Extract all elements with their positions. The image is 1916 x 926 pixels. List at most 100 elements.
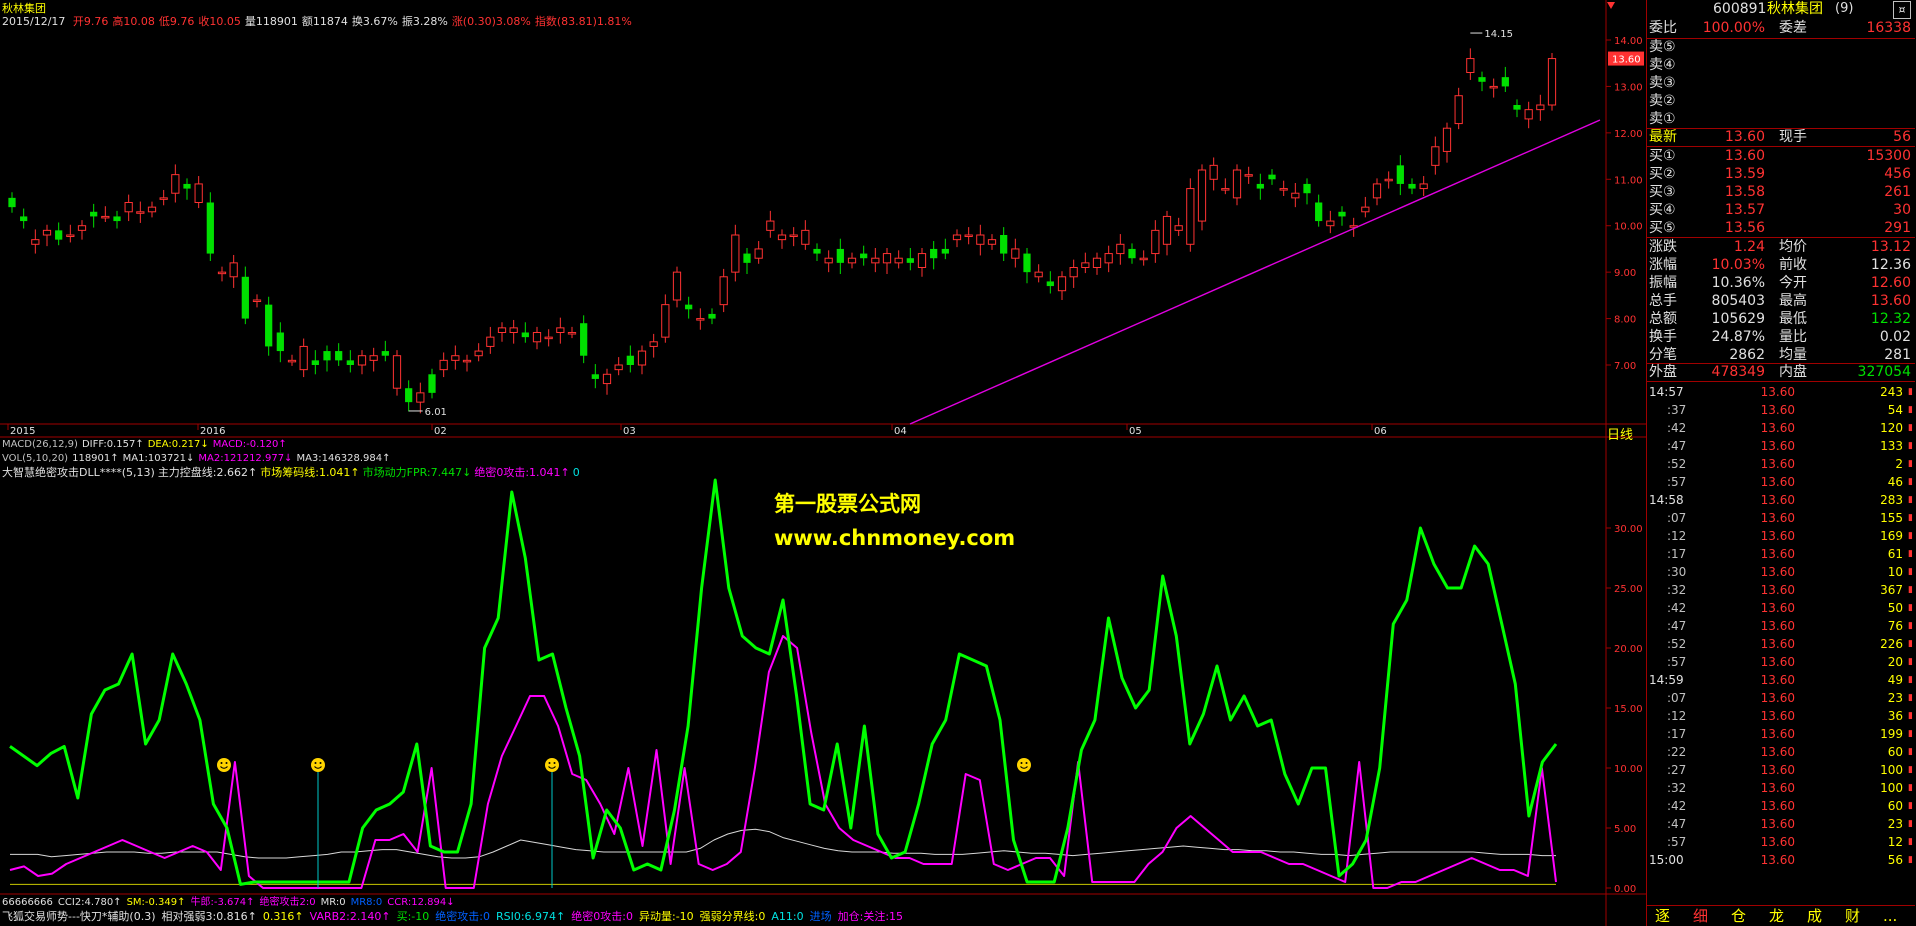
tick-price: 13.60 <box>1760 727 1795 741</box>
tick-row[interactable]: :30 13.60 10 ▮ <box>1647 563 1915 581</box>
tick-row[interactable]: :42 13.60 120 ▮ <box>1647 419 1915 437</box>
tick-price: 13.60 <box>1760 673 1795 687</box>
price-tick-label: 14.00 <box>1614 36 1643 47</box>
chart-area[interactable]: 14.00 13.00 12.00 11.00 10.00 9.00 8.00 7.00 13.… <box>0 0 1646 926</box>
stat-value: 13.60 <box>1870 293 1911 309</box>
candle-up <box>31 239 40 245</box>
tick-volume: 133 <box>1880 439 1903 453</box>
panel-tab[interactable]: 成 <box>1807 907 1822 925</box>
tick-time: :57 <box>1667 475 1687 489</box>
stat-label: 均价 <box>1779 239 1807 255</box>
bottom-line2-item: 强弱分界线:0 <box>699 910 766 923</box>
tick-row[interactable]: :32 13.60 367 ▮ <box>1647 581 1915 599</box>
tick-row[interactable]: :17 13.60 61 ▮ <box>1647 545 1915 563</box>
tick-time: :42 <box>1667 421 1687 435</box>
candle-down <box>1338 211 1346 217</box>
panel-tab[interactable]: ... <box>1883 907 1897 925</box>
price-tick-label: 13.00 <box>1614 82 1643 93</box>
tick-direction-icon: ▮ <box>1908 765 1913 775</box>
tick-volume: 23 <box>1887 691 1903 705</box>
panel-tab[interactable]: 仓 <box>1731 907 1746 925</box>
tick-row[interactable]: 14:57 13.60 243 ▮ <box>1647 383 1915 401</box>
tick-time: :57 <box>1667 835 1687 849</box>
tick-row[interactable]: 14:59 13.60 49 ▮ <box>1647 671 1915 689</box>
stat-value: 2862 <box>1729 347 1765 363</box>
candle-down <box>685 304 693 310</box>
tick-row[interactable]: :32 13.60 100 ▮ <box>1647 779 1915 797</box>
macd-line-item: MACD(26,12,9) <box>2 439 78 450</box>
candle-up <box>287 359 297 363</box>
candle-down <box>1501 77 1509 87</box>
tick-row[interactable]: :12 13.60 36 ▮ <box>1647 707 1915 725</box>
tick-row[interactable]: :57 13.60 46 ▮ <box>1647 473 1915 491</box>
period-label[interactable]: 日线 <box>1607 424 1633 443</box>
buy-level-row: 买③ 13.58 261 <box>1647 183 1915 201</box>
tick-time: :22 <box>1667 745 1687 759</box>
tick-row[interactable]: :07 13.60 155 ▮ <box>1647 509 1915 527</box>
tick-row[interactable]: :37 13.60 54 ▮ <box>1647 401 1915 419</box>
candle-up <box>824 257 833 264</box>
panel-tab[interactable]: 财 <box>1845 907 1860 925</box>
tick-row[interactable]: :27 13.60 100 ▮ <box>1647 761 1915 779</box>
price-tick-label: 12.00 <box>1614 129 1643 140</box>
vol-line-item: VOL(5,10,20) <box>2 453 69 464</box>
tick-row[interactable]: :17 13.60 199 ▮ <box>1647 725 1915 743</box>
ind-tick-label: 10.00 <box>1614 764 1643 775</box>
tick-time: :17 <box>1667 727 1687 741</box>
candle-up <box>101 215 110 219</box>
candle-up <box>649 341 658 347</box>
header-field: 收10.05 <box>198 15 241 28</box>
tick-row[interactable]: :22 13.60 60 ▮ <box>1647 743 1915 761</box>
settings-icon[interactable]: ¤ <box>1893 1 1911 19</box>
stat-row: 涨幅 10.03% 前收 12.36 <box>1647 256 1915 274</box>
tick-row[interactable]: 14:58 13.60 283 ▮ <box>1647 491 1915 509</box>
weibi-label: 委比 <box>1649 20 1677 36</box>
panel-tab[interactable]: 细 <box>1693 907 1708 925</box>
tick-price: 13.60 <box>1760 511 1795 525</box>
tick-direction-icon: ▮ <box>1908 549 1913 559</box>
candle-up <box>661 304 670 338</box>
candle-down <box>323 351 331 361</box>
tick-row[interactable]: :07 13.60 23 ▮ <box>1647 689 1915 707</box>
inner-value: 327054 <box>1857 364 1911 380</box>
white-line <box>10 828 1556 859</box>
tick-row[interactable]: :57 13.60 12 ▮ <box>1647 833 1915 851</box>
candle-up <box>1186 188 1195 245</box>
candle-down <box>930 248 938 259</box>
candle-up <box>754 248 763 259</box>
macd-line-item: MACD:-0.120↑ <box>212 439 287 450</box>
tick-row[interactable]: :52 13.60 226 ▮ <box>1647 635 1915 653</box>
candle-down <box>1513 105 1521 110</box>
tick-time: :17 <box>1667 547 1687 561</box>
buy-level-label: 买④ <box>1649 202 1676 218</box>
candle-up <box>497 327 507 334</box>
tick-volume: 100 <box>1880 781 1903 795</box>
candle-down <box>311 360 319 365</box>
panel-tab[interactable]: 龙 <box>1769 907 1784 925</box>
buy-level-price: 13.58 <box>1724 184 1765 200</box>
tick-row[interactable]: :57 13.60 20 ▮ <box>1647 653 1915 671</box>
tick-row[interactable]: :12 13.60 169 ▮ <box>1647 527 1915 545</box>
sell-level-label: 卖③ <box>1649 75 1676 91</box>
tick-row[interactable]: :47 13.60 133 ▮ <box>1647 437 1915 455</box>
price-tick-label: 7.00 <box>1614 361 1636 372</box>
vol-line-item: MA3:146328.984↑ <box>296 453 391 464</box>
panel-tab[interactable]: 逐 <box>1655 907 1670 925</box>
candle-up <box>952 234 962 241</box>
stat-row: 总额 105629 最低 12.32 <box>1647 310 1915 328</box>
tick-volume: 49 <box>1887 673 1903 687</box>
candle-up <box>416 392 425 403</box>
tick-row[interactable]: 15:00 13.60 56 ▮ <box>1647 851 1915 869</box>
tick-time: :12 <box>1667 709 1687 723</box>
tick-row[interactable]: :42 13.60 50 ▮ <box>1647 599 1915 617</box>
price-tick-label: 8.00 <box>1614 315 1636 326</box>
candle-down <box>20 216 28 222</box>
tick-row[interactable]: :47 13.60 76 ▮ <box>1647 617 1915 635</box>
tick-volume: 226 <box>1880 637 1903 651</box>
tick-row[interactable]: :52 13.60 2 ▮ <box>1647 455 1915 473</box>
ind-tick-label: 5.00 <box>1614 824 1636 835</box>
tick-row[interactable]: :42 13.60 60 ▮ <box>1647 797 1915 815</box>
tick-row[interactable]: :47 13.60 23 ▮ <box>1647 815 1915 833</box>
candle-up <box>1466 58 1475 74</box>
tick-price: 13.60 <box>1760 619 1795 633</box>
